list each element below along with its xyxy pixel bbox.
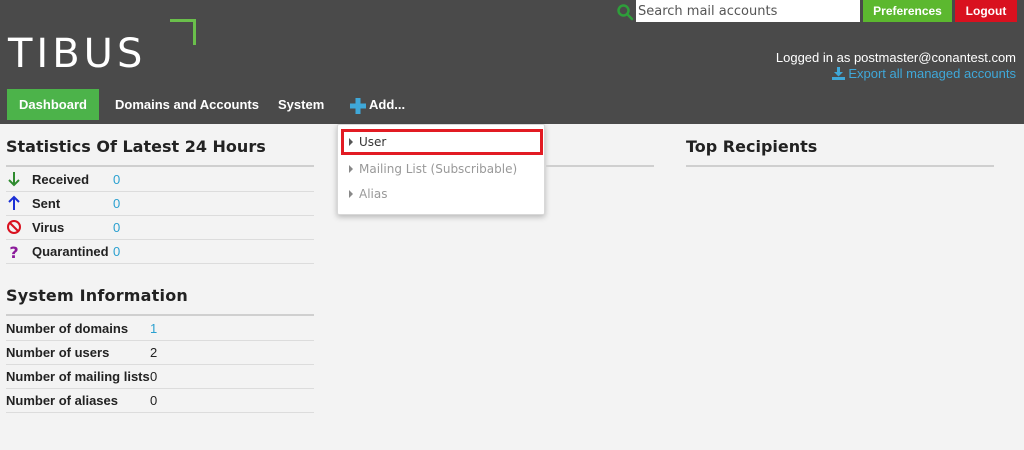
- nav-system[interactable]: System: [278, 89, 324, 120]
- search-input[interactable]: [636, 0, 860, 22]
- arrow-down-icon: [8, 172, 20, 187]
- sys-label: Number of aliases: [6, 393, 118, 408]
- download-icon: [832, 67, 846, 80]
- stat-value[interactable]: 0: [113, 196, 120, 211]
- system-info-title: System Information: [6, 286, 188, 305]
- top-recipients-title: Top Recipients: [686, 137, 818, 156]
- export-accounts-link[interactable]: Export all managed accounts: [832, 66, 1016, 81]
- preferences-button[interactable]: Preferences: [863, 0, 952, 22]
- svg-text:?: ?: [9, 243, 18, 259]
- logged-in-status: Logged in as postmaster@conantest.com: [775, 50, 1016, 65]
- menu-item-user[interactable]: User: [341, 129, 543, 155]
- logout-button[interactable]: Logout: [955, 0, 1017, 22]
- plus-icon: [350, 97, 366, 114]
- question-icon: ?: [9, 243, 18, 259]
- nav-dashboard[interactable]: Dashboard: [7, 89, 99, 120]
- menu-item-label: User: [359, 135, 387, 149]
- sys-label: Number of domains: [6, 321, 129, 336]
- sys-label: Number of users: [6, 345, 110, 360]
- logo-corner-mark: [170, 19, 196, 45]
- stat-value[interactable]: 0: [113, 220, 120, 235]
- stat-row-received: Received 0: [6, 168, 314, 192]
- sys-value[interactable]: 1: [150, 321, 157, 336]
- menu-item-label: Mailing List (Subscribable): [359, 162, 518, 176]
- stat-label: Received: [32, 172, 90, 187]
- menu-item-label: Alias: [359, 187, 388, 201]
- sys-row-mailing-lists: Number of mailing lists 0: [6, 365, 314, 389]
- nav-add-label: Add...: [369, 97, 406, 112]
- menu-item-alias[interactable]: Alias: [341, 181, 543, 207]
- arrow-up-icon: [8, 195, 20, 210]
- sys-value: 2: [150, 345, 158, 360]
- caret-right-icon: [349, 165, 353, 173]
- stat-label: Quarantined: [32, 244, 109, 259]
- top-recipients-divider: [686, 165, 994, 167]
- stat-row-sent: Sent 0: [6, 192, 314, 216]
- sys-value: 0: [150, 369, 158, 384]
- stat-value[interactable]: 0: [113, 244, 120, 259]
- middle-divider: [546, 165, 654, 167]
- stats-title: Statistics Of Latest 24 Hours: [6, 137, 266, 156]
- export-label: Export all managed accounts: [848, 66, 1016, 81]
- add-dropdown-menu: User Mailing List (Subscribable) Alias: [337, 124, 545, 215]
- stat-label: Sent: [32, 196, 61, 211]
- sys-label: Number of mailing lists: [6, 369, 150, 384]
- sys-row-users: Number of users 2: [6, 341, 314, 365]
- nav-domains-and-accounts[interactable]: Domains and Accounts: [115, 89, 259, 120]
- logo: TIBUS: [8, 31, 147, 77]
- prohibited-icon: [7, 220, 21, 234]
- system-info-divider: [6, 314, 314, 316]
- sys-row-aliases: Number of aliases 0: [6, 389, 314, 413]
- menu-item-mailing-list[interactable]: Mailing List (Subscribable): [341, 156, 543, 182]
- stat-label: Virus: [32, 220, 65, 235]
- search-icon: [617, 4, 634, 21]
- sys-row-domains: Number of domains 1: [6, 317, 314, 341]
- top-header: TIBUS Preferences Logout Logged in as po…: [0, 0, 1024, 124]
- caret-right-icon: [349, 190, 353, 198]
- sys-value: 0: [150, 393, 158, 408]
- nav-add[interactable]: Add...: [350, 89, 405, 120]
- caret-right-icon: [349, 138, 353, 146]
- stats-divider: [6, 165, 314, 167]
- stat-value[interactable]: 0: [113, 172, 120, 187]
- stat-row-virus: Virus 0: [6, 216, 314, 240]
- stat-row-quarantined: ? Quarantined 0: [6, 240, 314, 264]
